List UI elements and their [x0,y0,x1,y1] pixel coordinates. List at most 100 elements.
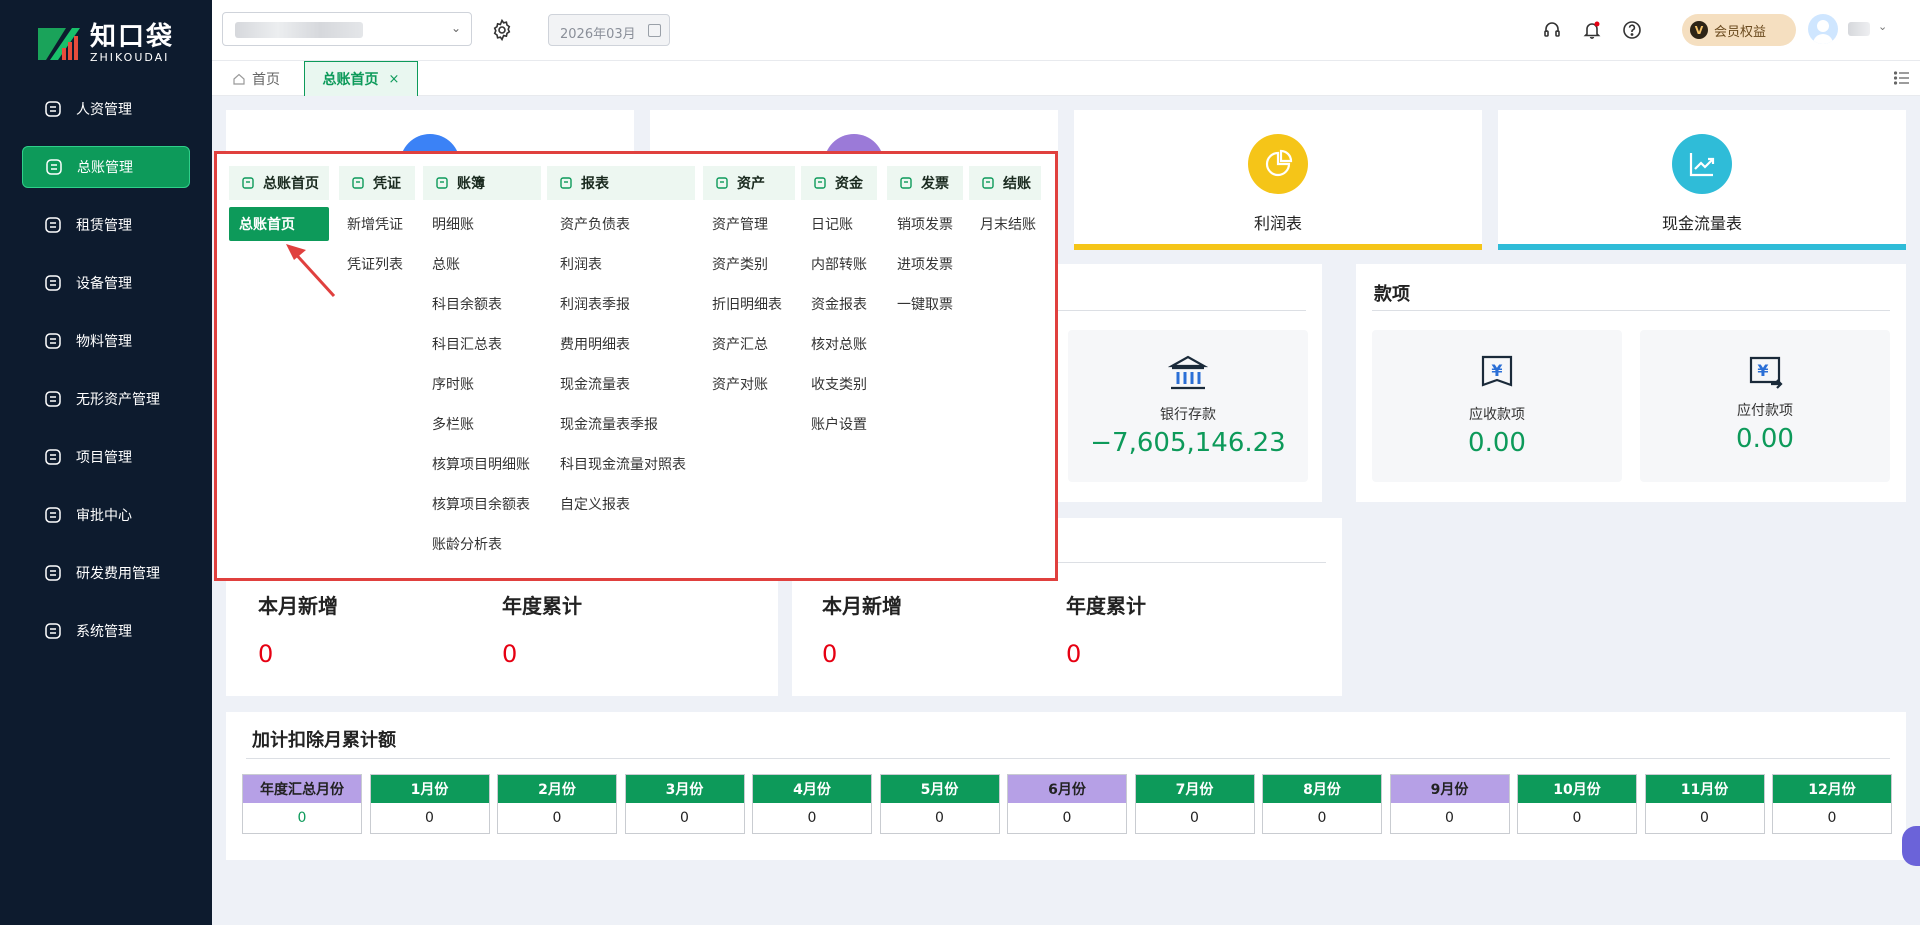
tab-home[interactable]: 首页 [220,61,292,96]
mega-menu-link[interactable]: 账户设置 [811,414,867,434]
mega-menu-link[interactable]: 日记账 [811,214,853,234]
bank-deposit-item[interactable]: 银行存款 −7,605,146.23 [1068,330,1308,482]
sidebar-item-label: 系统管理 [76,624,132,640]
deduction-month-value: 0 [552,810,562,826]
bank-deposit-value: −7,605,146.23 [1090,428,1286,458]
mega-menu-link[interactable]: 凭证列表 [347,254,403,274]
sidebar-item-9[interactable]: 系统管理 [22,610,190,652]
sidebar-item-1[interactable]: 总账管理 [22,146,190,188]
svg-text:¥: ¥ [1757,361,1768,380]
mega-menu-link[interactable]: 序时账 [432,374,474,394]
svg-text:¥: ¥ [1491,361,1502,380]
sidebar-item-6[interactable]: 项目管理 [22,436,190,478]
period-date-picker[interactable]: 2026年03月 [548,14,670,46]
page-tabs: 首页 总账首页 × [212,60,1920,96]
stat-card-income-statement[interactable]: 利润表 [1074,110,1482,250]
mega-menu-link[interactable]: 总账 [432,254,460,274]
stat-accent-bar [1498,244,1906,250]
sidebar-menu: 人资管理总账管理租赁管理设备管理物料管理无形资产管理 项目管理审批中心研发费用管理… [22,88,190,668]
mega-menu-link[interactable]: 自定义报表 [560,494,630,514]
sidebar-item-8[interactable]: 研发费用管理 [22,552,190,594]
person-icon [42,98,64,120]
mega-menu-link[interactable]: 资金报表 [811,294,867,314]
menu-group-icon [899,176,913,190]
mega-menu-link[interactable]: 一键取票 [897,294,953,314]
mega-menu-link[interactable]: 费用明细表 [560,334,630,354]
mega-menu-link[interactable]: 多栏账 [432,414,474,434]
mega-menu-link[interactable]: 利润表季报 [560,294,630,314]
deduction-month-cell: 5月份 0 [879,774,1000,834]
user-name-blurred[interactable] [1848,22,1870,36]
mega-menu-link[interactable]: 利润表 [560,254,602,274]
close-tab-icon[interactable]: × [389,72,400,87]
sidebar-item-4[interactable]: 物料管理 [22,320,190,362]
mega-menu-link[interactable]: 科目余额表 [432,294,502,314]
mega-menu-link[interactable]: 科目现金流量对照表 [560,454,686,474]
deduction-month-header: 12月份 [1773,775,1891,803]
mega-menu-group-header[interactable]: 结账 [969,166,1041,200]
headset-icon[interactable] [1542,20,1562,40]
project-icon [42,446,64,468]
mega-menu-group-header[interactable]: 资金 [801,166,877,200]
menu-group-icon [715,176,729,190]
mega-menu-group-header[interactable]: 账簿 [423,166,541,200]
counter-title: 年度累计 [502,594,582,618]
sidebar-item-3[interactable]: 设备管理 [22,262,190,304]
deduction-month-header: 4月份 [753,775,871,803]
tab-list-icon[interactable] [1893,71,1910,85]
deduction-month-value: 0 [1062,810,1072,826]
company-select[interactable]: ⌄ [222,12,472,46]
mega-menu-link[interactable]: 月末结账 [980,214,1036,234]
mega-menu-link[interactable]: 资产对账 [712,374,768,394]
line-chart-icon [1672,134,1732,194]
membership-benefits-button[interactable]: V 会员权益 [1682,14,1796,46]
menu-group-icon [241,176,255,190]
mega-menu-link[interactable]: 现金流量表 [560,374,630,394]
receivables-item[interactable]: ¥ 应收款项 0.00 [1372,330,1622,482]
chat-support-icon[interactable] [1902,826,1920,866]
mega-menu-link[interactable]: 现金流量表季报 [560,414,658,434]
mega-menu-link[interactable]: 进项发票 [897,254,953,274]
mega-menu-link[interactable]: 资产负债表 [560,214,630,234]
counter-value: 0 [1066,640,1082,668]
mega-menu-group-header[interactable]: 发票 [887,166,963,200]
mega-menu-link[interactable]: 明细账 [432,214,474,234]
mega-menu-link[interactable]: 总账首页 [229,207,329,241]
mega-menu-group-header[interactable]: 凭证 [339,166,415,200]
sidebar-item-5[interactable]: 无形资产管理 [22,378,190,420]
help-icon[interactable] [1622,20,1642,40]
mega-menu-link[interactable]: 内部转账 [811,254,867,274]
notification-bell-icon[interactable] [1582,20,1602,40]
mega-menu-link[interactable]: 新增凭证 [347,214,403,234]
mega-menu-link[interactable]: 收支类别 [811,374,867,394]
mega-menu-link[interactable]: 核对总账 [811,334,867,354]
brand-name-en: ZHIKOUDAI [90,50,170,64]
deduction-month-header: 2月份 [498,775,616,803]
mega-menu-link[interactable]: 资产管理 [712,214,768,234]
user-avatar[interactable] [1808,14,1838,44]
mega-menu-link[interactable]: 资产汇总 [712,334,768,354]
mega-menu-link[interactable]: 销项发票 [897,214,953,234]
user-menu-chevron-icon[interactable]: ⌄ [1878,20,1887,33]
tab-ledger-home[interactable]: 总账首页 × [304,61,418,96]
mega-menu-group-label: 资金 [835,176,863,192]
mega-menu-group-header[interactable]: 报表 [547,166,695,200]
sidebar-item-7[interactable]: 审批中心 [22,494,190,536]
mega-menu-link[interactable]: 科目汇总表 [432,334,502,354]
sidebar-item-2[interactable]: 租赁管理 [22,204,190,246]
sidebar-item-0[interactable]: 人资管理 [22,88,190,130]
settings-gear-icon[interactable] [490,18,514,42]
mega-menu-group-header[interactable]: 资产 [703,166,795,200]
mega-menu-link[interactable]: 核算项目明细账 [432,454,530,474]
counter-value: 0 [502,640,518,668]
deduction-month-value: 0 [1445,810,1454,826]
payables-item[interactable]: ¥ 应付款项 0.00 [1640,330,1890,482]
mega-menu-link[interactable]: 折旧明细表 [712,294,782,314]
stat-card-cash-flow[interactable]: 现金流量表 [1498,110,1906,250]
mega-menu-group-header[interactable]: 总账首页 [229,166,329,200]
deduction-month-cell: 2月份 0 [497,774,617,834]
mega-menu-link[interactable]: 核算项目余额表 [432,494,530,514]
brand-logo: 知口袋 ZHIKOUDAI [36,22,174,64]
mega-menu-link[interactable]: 资产类别 [712,254,768,274]
mega-menu-link[interactable]: 账龄分析表 [432,534,502,554]
